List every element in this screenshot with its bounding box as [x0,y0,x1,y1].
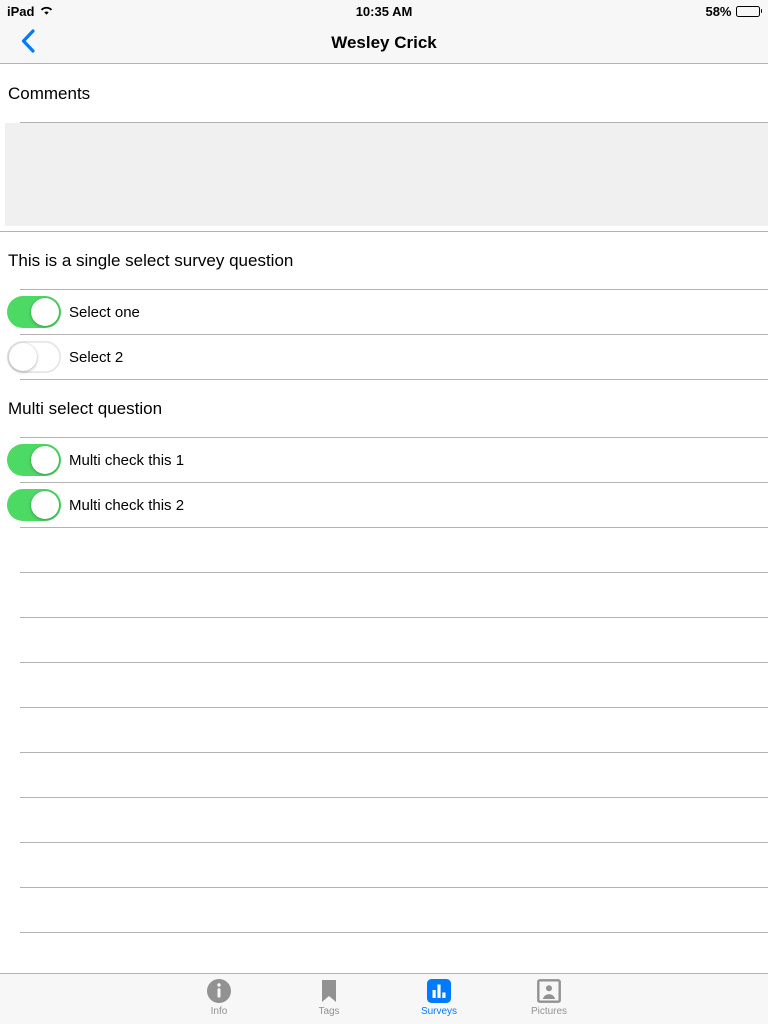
comments-section-label: Comments [8,83,91,103]
comments-input[interactable] [5,123,768,226]
tab-label-surveys: Surveys [420,1006,458,1017]
tab-info[interactable]: Info [164,974,274,1024]
table-row [0,843,768,887]
table-row [0,618,768,662]
option-row-1-1[interactable]: Multi check this 2 [0,483,768,527]
option-row-1-0[interactable]: Multi check this 1 [0,438,768,482]
table-row [0,528,768,572]
toggle-switch-0-1[interactable] [7,341,61,373]
separator [20,932,768,933]
status-bar: iPad 10:35 AM 58% [0,0,768,22]
status-bar-right: 58% [705,4,762,19]
table-row [0,663,768,707]
question-title-1: Multi select question [8,398,163,418]
battery-icon [735,5,762,17]
question-title-0: This is a single select survey question [8,250,294,270]
tab-label-pictures: Pictures [530,1006,568,1017]
toggle-switch-1-0[interactable] [7,444,61,476]
tab-label-tags: Tags [318,1006,340,1017]
toggle-switch-1-1[interactable] [7,489,61,521]
toggle-switch-0-0[interactable] [7,296,61,328]
survey-form: Comments This is a single select survey … [0,65,768,973]
picture-person-icon [536,978,562,1004]
table-row [0,573,768,617]
option-label-0-1: Select 2 [69,348,124,366]
info-circle-icon [206,978,232,1004]
table-row [0,798,768,842]
app-screen: iPad 10:35 AM 58% Wesley Crick Comments … [0,0,768,1024]
option-row-0-1[interactable]: Select 2 [0,335,768,379]
empty-rows-container [0,528,768,933]
option-row-0-0[interactable]: Select one [0,290,768,334]
table-row [0,708,768,752]
tab-label-info: Info [210,1006,228,1017]
page-title: Wesley Crick [331,33,437,52]
option-label-1-0: Multi check this 1 [69,451,185,469]
tab-tags[interactable]: Tags [274,974,384,1024]
tab-surveys[interactable]: Surveys [384,974,494,1024]
tab-bar: Info Tags Surveys Pictures [0,973,768,1024]
option-label-0-0: Select one [69,303,140,321]
bar-chart-icon [426,978,452,1004]
bookmark-icon [316,978,342,1004]
table-row [0,753,768,797]
table-row [0,888,768,932]
battery-percent-label: 58% [705,3,732,19]
option-label-1-1: Multi check this 2 [69,496,185,514]
tab-pictures[interactable]: Pictures [494,974,604,1024]
status-bar-time: 10:35 AM [355,3,413,19]
navigation-bar: Wesley Crick [0,22,768,64]
